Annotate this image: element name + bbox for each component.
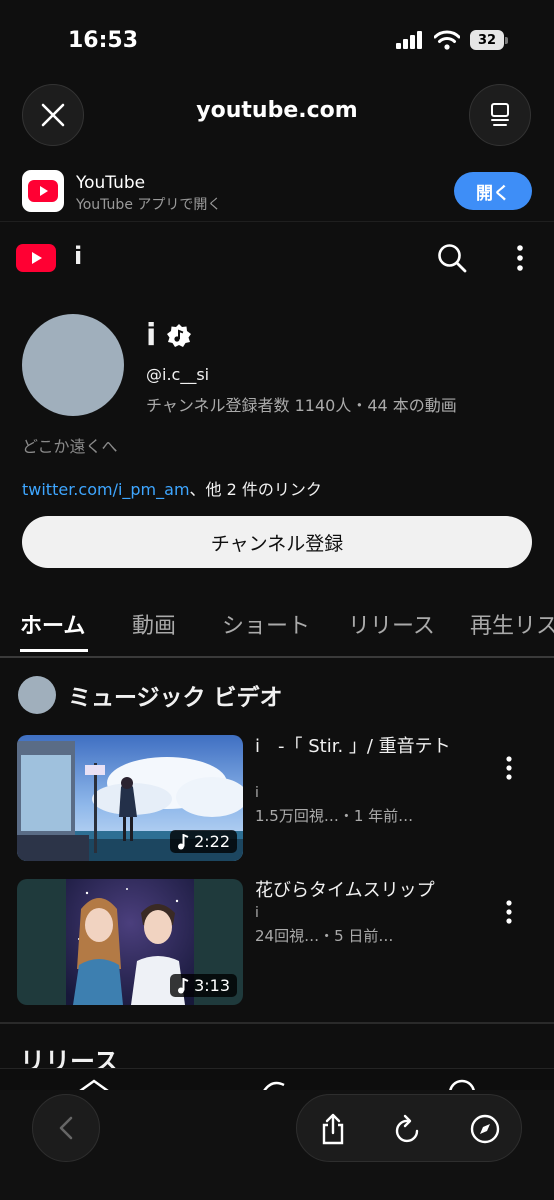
video-thumbnail[interactable]: 3:13 bbox=[17, 879, 243, 1005]
more-vertical-icon bbox=[506, 900, 512, 924]
search-icon bbox=[438, 244, 467, 273]
video-title[interactable]: 花びらタイムスリップ bbox=[255, 879, 475, 903]
duration-text: 3:13 bbox=[194, 976, 230, 995]
channel-links: twitter.com/i_pm_am、他 2 件のリンク bbox=[22, 476, 322, 500]
header-more-button[interactable] bbox=[510, 244, 530, 276]
active-tab-indicator bbox=[20, 649, 88, 652]
verified-music-icon bbox=[167, 323, 192, 347]
video-duration: 3:13 bbox=[170, 974, 237, 997]
status-icons: 32 bbox=[396, 30, 508, 50]
browser-bottom-bar bbox=[0, 1068, 554, 1200]
duration-text: 2:22 bbox=[194, 832, 230, 851]
tab-playlists[interactable]: 再生リス bbox=[470, 608, 554, 640]
video-duration: 2:22 bbox=[170, 830, 237, 853]
more-vertical-icon bbox=[517, 245, 523, 271]
channel-link[interactable]: twitter.com/i_pm_am bbox=[22, 480, 190, 499]
status-time: 16:53 bbox=[68, 28, 139, 53]
browser-top-bar: youtube.com bbox=[0, 84, 554, 148]
video-more-button[interactable] bbox=[501, 899, 517, 929]
compass-button[interactable] bbox=[469, 1113, 501, 1149]
toolbar-pill bbox=[296, 1094, 522, 1162]
youtube-logo[interactable] bbox=[16, 244, 56, 276]
video-meta: 1.5万回視…・1 年前… bbox=[255, 807, 414, 825]
video-more-button[interactable] bbox=[501, 755, 517, 785]
app-banner: YouTube YouTube アプリで開く 開く bbox=[0, 162, 554, 222]
tab-home[interactable]: ホーム bbox=[20, 608, 85, 640]
status-bar: 16:53 32 bbox=[0, 0, 554, 80]
search-button[interactable] bbox=[436, 242, 468, 278]
battery-icon: 32 bbox=[470, 30, 508, 50]
tab-shorts[interactable]: ショート bbox=[222, 608, 310, 640]
more-vertical-icon bbox=[506, 756, 512, 780]
share-button[interactable] bbox=[319, 1113, 347, 1149]
channel-handle: @i.c__si bbox=[146, 365, 210, 384]
video-meta: 24回視…・5 日前… bbox=[255, 927, 394, 945]
youtube-header: i bbox=[0, 232, 554, 284]
channel-stats: チャンネル登録者数 1140人・44 本の動画 bbox=[146, 396, 457, 415]
channel-link-suffix[interactable]: 、他 2 件のリンク bbox=[190, 480, 322, 499]
header-title: i bbox=[74, 242, 83, 270]
reload-icon bbox=[395, 1114, 419, 1143]
banner-subtitle: YouTube アプリで開く bbox=[76, 197, 222, 213]
battery-level: 32 bbox=[470, 30, 504, 50]
music-note-icon bbox=[178, 977, 189, 993]
video-item[interactable]: 3:13 花びらタイムスリップ i 24回視…・5 日前… bbox=[17, 879, 537, 1007]
tab-videos[interactable]: 動画 bbox=[132, 608, 176, 640]
video-thumbnail[interactable]: 2:22 bbox=[17, 735, 243, 861]
open-app-button[interactable]: 開く bbox=[454, 172, 532, 210]
section-title-text: ミュージック ビデオ bbox=[68, 685, 283, 711]
music-video-section-title: ミュージック ビデオ bbox=[18, 676, 283, 714]
channel-description[interactable]: どこか遠くへ bbox=[22, 433, 118, 457]
video-channel: i bbox=[255, 905, 259, 921]
section-divider bbox=[0, 1022, 554, 1024]
video-title[interactable]: i -「 Stir. 」/ 重音テト bbox=[255, 735, 475, 759]
back-button[interactable] bbox=[32, 1094, 100, 1162]
tabs-button[interactable] bbox=[469, 84, 531, 146]
video-channel: i bbox=[255, 785, 259, 801]
back-icon bbox=[59, 1116, 73, 1140]
nav-icons-peek bbox=[79, 1079, 475, 1090]
youtube-app-icon bbox=[22, 170, 64, 212]
tab-releases[interactable]: リリース bbox=[348, 608, 435, 640]
banner-app-name: YouTube bbox=[76, 173, 146, 193]
tabs-icon bbox=[491, 103, 509, 126]
channel-avatar[interactable] bbox=[22, 314, 124, 416]
yt-nav-peek bbox=[0, 1068, 554, 1090]
reload-button[interactable] bbox=[393, 1113, 423, 1149]
channel-tabs: ホーム 動画 ショート リリース 再生リス bbox=[0, 596, 554, 658]
channel-name-row: i bbox=[146, 318, 192, 353]
signal-icon bbox=[396, 31, 422, 49]
subscribe-button[interactable]: チャンネル登録 bbox=[22, 516, 532, 568]
compass-icon bbox=[470, 1114, 500, 1144]
share-icon bbox=[322, 1113, 344, 1145]
wifi-icon bbox=[434, 30, 460, 50]
video-item[interactable]: 2:22 i -「 Stir. 」/ 重音テト i 1.5万回視…・1 年前… bbox=[17, 735, 537, 863]
channel-name: i bbox=[146, 318, 157, 353]
section-avatar bbox=[18, 676, 56, 714]
music-note-icon bbox=[178, 833, 189, 849]
